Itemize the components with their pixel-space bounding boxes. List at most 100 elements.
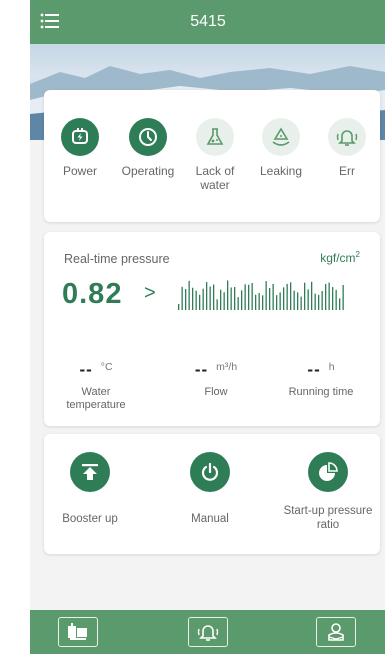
- wave-bar: [318, 294, 320, 310]
- wave-bar: [279, 292, 281, 310]
- wave-bar: [311, 281, 313, 310]
- status-card: Power Operating Lack of water Leaking Er…: [44, 90, 380, 222]
- plug-icon: [61, 118, 99, 156]
- status-leaking: Leaking: [251, 118, 311, 178]
- wave-bar: [181, 286, 183, 310]
- bell-alarm-icon: [328, 118, 366, 156]
- pressure-unit-sup: 2: [355, 250, 360, 259]
- wave-bar: [192, 287, 194, 310]
- timer-icon: [129, 118, 167, 156]
- status-power: Power: [50, 118, 110, 178]
- metric-unit: h: [328, 361, 335, 373]
- metric-name: Flow: [204, 386, 228, 398]
- wave-bar: [342, 285, 344, 310]
- wave-bar: [339, 298, 341, 310]
- pressure-value: 0.82: [62, 278, 123, 310]
- status-label: Operating: [121, 164, 175, 178]
- tab-profile[interactable]: [316, 617, 356, 647]
- metric-unit: °C: [100, 361, 113, 373]
- wave-bar: [286, 283, 288, 310]
- metric-value: --: [79, 360, 93, 379]
- status-label: Err: [339, 164, 355, 178]
- wave-bar: [251, 283, 253, 310]
- wave-bar: [209, 286, 211, 310]
- wave-bar: [321, 291, 323, 310]
- wave-bar: [290, 282, 292, 310]
- action-label: Start-up pressure ratio: [283, 505, 373, 531]
- wave-bar: [223, 292, 225, 310]
- status-operating: Operating: [118, 118, 178, 178]
- wave-bar: [216, 299, 218, 310]
- metric-running-time: -- h Running time: [276, 360, 366, 399]
- arrow-up-icon: [70, 452, 110, 492]
- tab-pump[interactable]: [58, 617, 98, 647]
- flask-icon: [196, 118, 234, 156]
- metric-unit: m³/h: [216, 361, 238, 373]
- wave-bar: [304, 282, 306, 310]
- status-label: Power: [62, 164, 97, 178]
- wave-bar: [185, 288, 187, 310]
- bell-icon: [197, 625, 219, 641]
- metric-flow: -- m³/h Flow: [172, 360, 260, 399]
- wave-bar: [234, 287, 236, 310]
- page-title: 5415: [190, 13, 226, 30]
- status-label: Lack of water: [195, 164, 235, 192]
- app-screen: 5415 Power Operating Lack of water Leaki…: [30, 0, 385, 654]
- booster-up-button[interactable]: Booster up: [44, 452, 136, 526]
- wave-bar: [332, 287, 334, 310]
- wave-bar: [297, 292, 299, 310]
- wave-bar: [230, 287, 232, 310]
- wave-bar: [195, 290, 197, 310]
- wave-bar: [307, 289, 309, 310]
- bottom-bar: [30, 610, 385, 654]
- pressure-card: Real-time pressure kgf/cm2 0.82 > -- °C W…: [44, 232, 380, 426]
- wave-bar: [325, 283, 327, 310]
- wave-bar: [178, 304, 180, 310]
- pie-chart-icon: [308, 452, 348, 492]
- pressure-waveform: [178, 280, 344, 310]
- wave-bar: [335, 289, 337, 310]
- wave-bar: [248, 284, 250, 310]
- wave-bar: [276, 295, 278, 310]
- pressure-unit: kgf/cm2: [320, 250, 360, 265]
- status-lack-of-water: Lack of water: [185, 118, 245, 192]
- user-icon: [328, 623, 344, 641]
- wave-bar: [227, 280, 229, 310]
- startup-pressure-ratio-button[interactable]: Start-up pressure ratio: [282, 452, 374, 532]
- action-label: Booster up: [62, 513, 118, 525]
- wave-bar: [220, 289, 222, 310]
- wave-bar: [258, 292, 260, 310]
- wave-bar: [206, 282, 208, 310]
- pump-icon: [68, 623, 87, 640]
- wave-bar: [293, 290, 295, 310]
- metric-name: Water temperature: [66, 386, 126, 411]
- tab-alarm[interactable]: [188, 617, 228, 647]
- wave-bar: [202, 288, 204, 310]
- wave-bar: [300, 296, 302, 310]
- wave-bar: [314, 293, 316, 310]
- wave-bar: [265, 281, 267, 310]
- wave-bar: [199, 294, 201, 310]
- wave-bar: [188, 280, 190, 310]
- wave-bar: [272, 284, 274, 310]
- action-card: Booster up Manual Start-up pressure rati…: [44, 434, 380, 554]
- wave-bar: [283, 287, 285, 310]
- wave-bar: [262, 295, 264, 310]
- pressure-unit-text: kgf/cm: [320, 251, 356, 265]
- pressure-detail-arrow[interactable]: >: [144, 282, 156, 305]
- drop-warning-icon: [262, 118, 300, 156]
- action-label: Manual: [191, 513, 229, 525]
- metric-value: --: [307, 360, 321, 379]
- status-label: Leaking: [259, 164, 303, 178]
- wave-bar: [241, 290, 243, 310]
- wave-bar: [328, 282, 330, 310]
- status-err: Err: [317, 118, 377, 178]
- top-bar: 5415: [30, 0, 385, 44]
- wave-bar: [237, 297, 239, 310]
- pressure-label: Real-time pressure: [64, 252, 170, 266]
- wave-bar: [255, 294, 257, 310]
- wave-bar: [244, 284, 246, 310]
- manual-button[interactable]: Manual: [164, 452, 256, 526]
- metric-water-temperature: -- °C Water temperature: [52, 360, 140, 412]
- metric-name: Running time: [288, 386, 354, 398]
